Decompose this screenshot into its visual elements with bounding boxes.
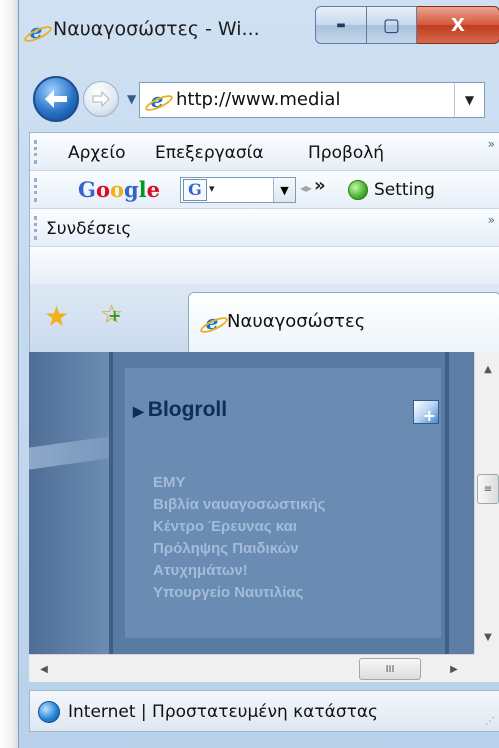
blogroll-title: Blogroll xyxy=(147,398,228,421)
maximize-button[interactable]: ▢ xyxy=(367,6,417,44)
blogroll-link[interactable]: Κέντρο Έρευνας και xyxy=(153,516,325,538)
globe-icon[interactable] xyxy=(38,701,60,723)
desktop-edge xyxy=(0,0,18,748)
links-chevron-icon[interactable]: » xyxy=(488,213,495,227)
scrollbar-corner xyxy=(474,654,499,682)
minimize-icon: ▬ xyxy=(336,19,346,31)
blogroll-link[interactable]: Ατυχημάτων! xyxy=(153,560,325,582)
address-dropdown-button[interactable]: ▼ xyxy=(454,83,484,117)
links-label[interactable]: Συνδέσεις xyxy=(46,219,131,239)
toolbar-grip[interactable] xyxy=(34,216,37,240)
toolbar-spacer xyxy=(30,247,499,285)
vertical-scrollbar[interactable]: ▲ ≡ ▼ xyxy=(474,352,499,654)
star-icon[interactable]: ★ xyxy=(44,300,69,333)
scroll-right-button[interactable]: ▶ xyxy=(439,655,469,683)
address-input[interactable]: http://www.medial xyxy=(176,89,340,110)
google-settings-button[interactable]: Setting xyxy=(374,180,435,200)
browser-window: e Ναυαγοσώστες - Wi... ▬ ▢ X ▼ e http://… xyxy=(18,0,499,748)
tab-row: ★ ☆ + e Ναυαγοσώστες xyxy=(29,284,499,352)
page-background xyxy=(29,352,109,654)
title-bar[interactable]: e Ναυαγοσώστες - Wi... ▬ ▢ X xyxy=(19,0,499,62)
close-icon: X xyxy=(451,14,465,36)
toolbar-separator-icon: ◂▸ xyxy=(300,181,313,195)
settings-icon[interactable] xyxy=(348,180,368,200)
blogroll-heading: ▶ Blogroll xyxy=(133,398,227,422)
links-bar: Συνδέσεις » xyxy=(30,209,499,247)
ie-icon: e xyxy=(25,20,47,42)
resize-grip-icon[interactable]: ⋰ xyxy=(485,716,495,727)
tab-label: Ναυαγοσώστες xyxy=(227,311,366,332)
google-g-dropdown[interactable]: ▾ xyxy=(209,182,215,195)
google-more-button[interactable]: » xyxy=(314,175,326,196)
scroll-down-button[interactable]: ▼ xyxy=(475,620,499,654)
vertical-scroll-thumb[interactable]: ≡ xyxy=(477,474,499,504)
add-favorite-icon[interactable]: ☆ + xyxy=(100,300,123,330)
blogroll-links: ΕΜΥ Βιβλία ναυαγοσωστικής Κέντρο Έρευνας… xyxy=(153,472,325,604)
blogroll-link[interactable]: ΕΜΥ xyxy=(153,472,325,494)
menu-file[interactable]: Αρχείο xyxy=(68,143,126,163)
toolbar-grip[interactable] xyxy=(34,140,37,164)
google-logo[interactable]: Google xyxy=(78,177,160,202)
status-bar: Internet | Προστατευμένη κατάστας ⋰ xyxy=(29,690,499,732)
toolbar-area: Αρχείο Επεξεργασία Προβολή » Google G ▾ … xyxy=(29,132,499,285)
blogroll-link[interactable]: Πρόληψης Παιδικών xyxy=(153,538,325,560)
menu-chevron-icon[interactable]: » xyxy=(488,137,495,151)
forward-arrow-icon xyxy=(92,90,110,108)
menu-bar: Αρχείο Επεξεργασία Προβολή » xyxy=(30,133,499,171)
close-button[interactable]: X xyxy=(417,6,499,44)
tab-nauagosostes[interactable]: e Ναυαγοσώστες xyxy=(188,292,499,352)
google-search-dropdown[interactable]: ▼ xyxy=(273,178,295,202)
forward-button[interactable] xyxy=(83,81,119,117)
minimize-button[interactable]: ▬ xyxy=(315,6,367,44)
blogroll-link[interactable]: Βιβλία ναυαγοσωστικής xyxy=(153,494,325,516)
back-button[interactable] xyxy=(33,76,79,122)
status-text[interactable]: Internet | Προστατευμένη κατάστας xyxy=(68,702,378,722)
google-search-box[interactable]: G ▾ ▼ xyxy=(180,177,296,203)
google-toolbar: Google G ▾ ▼ ◂▸ » Setting xyxy=(30,171,499,209)
maximize-icon: ▢ xyxy=(382,14,400,36)
ie-icon: e xyxy=(201,311,223,333)
horizontal-scrollbar[interactable]: ◀ III ▶ xyxy=(29,654,474,682)
back-arrow-icon xyxy=(45,90,67,108)
google-g-icon[interactable]: G xyxy=(183,179,207,201)
page-icon: e xyxy=(146,89,168,111)
page-content: ▶ Blogroll + ΕΜΥ Βιβλία ναυαγοσωστικής Κέ… xyxy=(29,352,474,654)
menu-view[interactable]: Προβολή xyxy=(308,143,384,163)
address-bar[interactable]: e http://www.medial ▼ xyxy=(139,82,485,118)
caption-buttons: ▬ ▢ X xyxy=(315,6,499,44)
scroll-left-button[interactable]: ◀ xyxy=(29,655,59,683)
expand-arrow-icon[interactable]: ▶ xyxy=(133,403,144,419)
horizontal-scroll-thumb[interactable]: III xyxy=(359,658,421,680)
blogroll-link[interactable]: Υπουργείο Ναυτιλίας xyxy=(153,582,325,604)
recent-pages-dropdown[interactable]: ▼ xyxy=(127,92,136,106)
sidebar-panel: ▶ Blogroll + ΕΜΥ Βιβλία ναυαγοσωστικής Κέ… xyxy=(109,352,449,654)
scroll-up-button[interactable]: ▲ xyxy=(475,352,499,386)
blogroll-widget: ▶ Blogroll + ΕΜΥ Βιβλία ναυαγοσωστικής Κέ… xyxy=(125,368,441,638)
navigation-bar: ▼ e http://www.medial ▼ xyxy=(19,68,499,130)
toolbar-grip[interactable] xyxy=(34,178,37,202)
window-title: Ναυαγοσώστες - Wi... xyxy=(53,18,260,40)
menu-edit[interactable]: Επεξεργασία xyxy=(155,143,264,163)
blog-add-icon[interactable]: + xyxy=(413,400,439,425)
